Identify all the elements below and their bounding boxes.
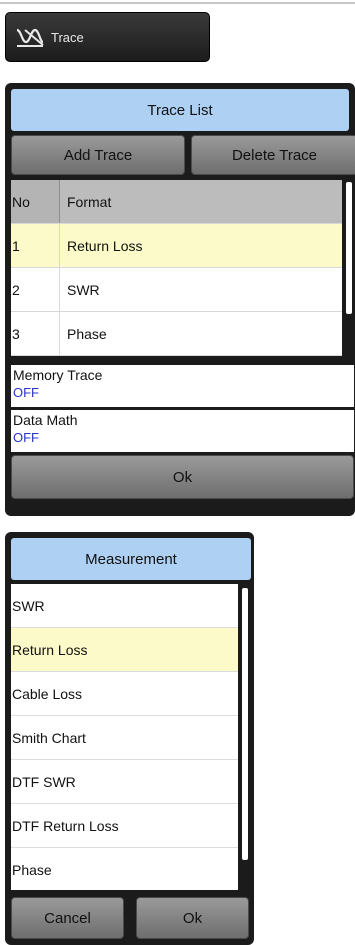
row-format: SWR [67,281,100,298]
data-math-value: OFF [13,430,39,445]
table-row[interactable]: 2 SWR [11,268,342,312]
list-item[interactable]: DTF SWR [11,760,238,804]
measurement-scrollbar[interactable] [242,588,248,860]
trace-table: No Format 1 Return Loss 2 SWR 3 Phase [11,180,342,356]
list-item[interactable]: Return Loss [11,628,238,672]
measurement-ok-button[interactable]: Ok [136,897,249,939]
list-item[interactable]: Phase [11,848,238,890]
row-no: 3 [11,312,60,355]
measurement-panel: Measurement SWR Return Loss Cable Loss S… [5,532,254,945]
table-row[interactable]: 3 Phase [11,312,342,356]
trace-ok-button[interactable]: Ok [11,455,354,499]
delete-trace-button[interactable]: Delete Trace [191,135,355,175]
memory-trace-label: Memory Trace [13,367,103,383]
data-math-label: Data Math [13,412,78,428]
measurement-title: Measurement [11,538,251,580]
add-trace-button[interactable]: Add Trace [11,135,185,175]
trace-table-scrollbar[interactable] [346,182,352,314]
row-no: 2 [11,268,60,311]
table-row[interactable]: 1 Return Loss [11,224,342,268]
column-header-no: No [11,180,60,223]
memory-trace-field[interactable]: Memory Trace OFF [11,365,354,407]
row-format: Phase [67,325,107,342]
list-item[interactable]: DTF Return Loss [11,804,238,848]
list-item[interactable]: Cable Loss [11,672,238,716]
list-item[interactable]: SWR [11,584,238,628]
trace-button[interactable]: Trace [5,12,210,62]
top-divider [0,2,355,4]
cancel-button[interactable]: Cancel [11,897,124,939]
trace-icon [15,26,45,48]
row-format: Return Loss [67,237,143,254]
trace-button-label: Trace [51,29,84,45]
measurement-list: SWR Return Loss Cable Loss Smith Chart D… [11,584,238,890]
column-header-format: Format [60,180,342,223]
row-no: 1 [11,224,60,267]
trace-list-panel: Trace List Add Trace Delete Trace No For… [5,83,355,516]
list-item[interactable]: Smith Chart [11,716,238,760]
trace-list-title: Trace List [11,89,349,131]
table-header-row: No Format [11,180,342,224]
memory-trace-value: OFF [13,385,39,400]
data-math-field[interactable]: Data Math OFF [11,410,354,452]
